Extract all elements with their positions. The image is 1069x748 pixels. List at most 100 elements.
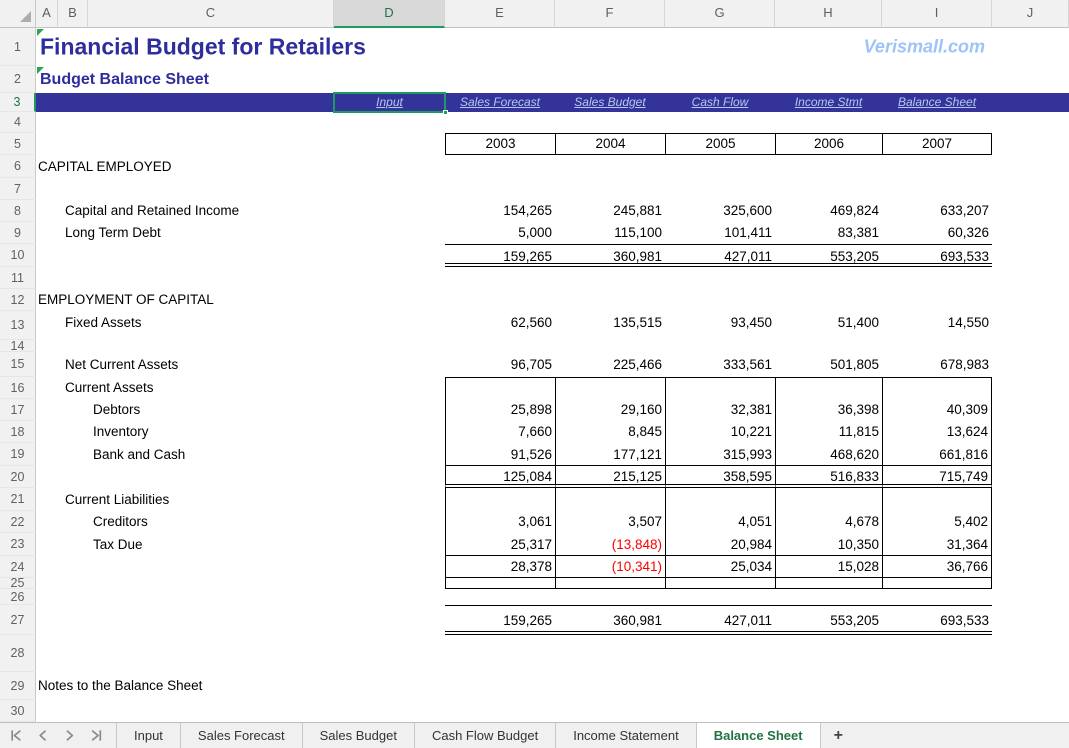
row-2-body[interactable]: Budget Balance Sheet [36, 66, 1069, 93]
row-10-body[interactable]: 159,265360,981427,011553,205693,533 [36, 244, 1069, 267]
cell-H15[interactable]: 501,805 [775, 352, 882, 377]
cell-G9[interactable]: 101,411 [665, 222, 775, 244]
previous-sheet-button[interactable] [37, 730, 48, 741]
row-header-20[interactable]: 20 [0, 466, 36, 488]
cell-I13[interactable]: 14,550 [882, 311, 992, 340]
cell-I8[interactable]: 633,207 [882, 200, 992, 222]
banner-link-cash-flow[interactable]: Cash Flow [665, 93, 775, 112]
row-20-body[interactable]: 125,084215,125358,595516,833715,749 [36, 466, 1069, 488]
column-header-b[interactable]: B [58, 0, 88, 28]
cell-H10[interactable]: 553,205 [775, 244, 882, 267]
row-22-body[interactable]: Creditors3,0613,5074,0514,6785,402 [36, 511, 1069, 533]
cell-H17[interactable]: 36,398 [775, 399, 882, 421]
cell-B21[interactable]: Current Liabilities [65, 488, 169, 511]
row-header-10[interactable]: 10 [0, 244, 36, 267]
cell-E24[interactable]: 28,378 [445, 556, 555, 578]
row-header-17[interactable]: 17 [0, 399, 36, 421]
cell-I18[interactable]: 13,624 [882, 421, 992, 443]
cell-E13[interactable]: 62,560 [445, 311, 555, 340]
cell-H18[interactable]: 11,815 [775, 421, 882, 443]
row-header-29[interactable]: 29 [0, 672, 36, 700]
cell-E9[interactable]: 5,000 [445, 222, 555, 244]
cell-I23[interactable]: 31,364 [882, 533, 992, 556]
banner-link-income-stmt[interactable]: Income Stmt [775, 93, 882, 112]
cell-H24[interactable]: 15,028 [775, 556, 882, 578]
cell-B9[interactable]: Long Term Debt [65, 222, 161, 244]
cell-G23[interactable]: 20,984 [665, 533, 775, 556]
cell-E18[interactable]: 7,660 [445, 421, 555, 443]
row-header-2[interactable]: 2 [0, 66, 36, 93]
cell-G10[interactable]: 427,011 [665, 244, 775, 267]
row-header-25[interactable]: 25 [0, 578, 36, 589]
first-sheet-button[interactable] [10, 730, 21, 741]
row-header-8[interactable]: 8 [0, 200, 36, 222]
cell-E5[interactable]: 2003 [445, 133, 555, 155]
row-header-13[interactable]: 13 [0, 311, 36, 340]
row-4-body[interactable] [36, 112, 1069, 133]
row-header-9[interactable]: 9 [0, 222, 36, 244]
cell-C18[interactable]: Inventory [93, 421, 149, 443]
cell-E27[interactable]: 159,265 [445, 605, 555, 635]
cell-F17[interactable]: 29,160 [555, 399, 665, 421]
column-header-c[interactable]: C [88, 0, 334, 28]
row-18-body[interactable]: Inventory7,6608,84510,22111,81513,624 [36, 421, 1069, 443]
cell-F8[interactable]: 245,881 [555, 200, 665, 222]
cell-H8[interactable]: 469,824 [775, 200, 882, 222]
cell-I22[interactable]: 5,402 [882, 511, 992, 533]
cell-E19[interactable]: 91,526 [445, 443, 555, 466]
cell-C19[interactable]: Bank and Cash [93, 443, 185, 466]
cell-H5[interactable]: 2006 [775, 133, 882, 155]
cell-F25[interactable] [555, 578, 665, 589]
cell-H25[interactable] [775, 578, 882, 589]
sheet-tab-sales-forecast[interactable]: Sales Forecast [181, 723, 303, 748]
column-header-f[interactable]: F [555, 0, 665, 28]
cell-H21[interactable] [775, 488, 882, 511]
cell-F21[interactable] [555, 488, 665, 511]
sheet-tab-input[interactable]: Input [116, 723, 181, 748]
cell-F22[interactable]: 3,507 [555, 511, 665, 533]
cell-E23[interactable]: 25,317 [445, 533, 555, 556]
row-29-body[interactable]: Notes to the Balance Sheet [36, 672, 1069, 700]
cell-G24[interactable]: 25,034 [665, 556, 775, 578]
sheet-tab-sales-budget[interactable]: Sales Budget [303, 723, 415, 748]
cell-B8[interactable]: Capital and Retained Income [65, 200, 239, 222]
cell-G13[interactable]: 93,450 [665, 311, 775, 340]
cell-F5[interactable]: 2004 [555, 133, 665, 155]
cell-G25[interactable] [665, 578, 775, 589]
cell-G18[interactable]: 10,221 [665, 421, 775, 443]
cell-G27[interactable]: 427,011 [665, 605, 775, 635]
cell-G19[interactable]: 315,993 [665, 443, 775, 466]
cell-I5[interactable]: 2007 [882, 133, 992, 155]
cell-E21[interactable] [445, 488, 555, 511]
row-5-body[interactable]: 20032004200520062007 [36, 133, 1069, 155]
cell-I17[interactable]: 40,309 [882, 399, 992, 421]
cell-G15[interactable]: 333,561 [665, 352, 775, 377]
row-header-18[interactable]: 18 [0, 421, 36, 443]
brand-link[interactable]: Verismall.com [864, 37, 985, 58]
cell-G5[interactable]: 2005 [665, 133, 775, 155]
row-header-3[interactable]: 3 [0, 93, 36, 112]
row-28-body[interactable] [36, 635, 1069, 672]
cell-H22[interactable]: 4,678 [775, 511, 882, 533]
cell-C17[interactable]: Debtors [93, 399, 140, 421]
banner-link-input[interactable]: Input [334, 93, 445, 112]
cell-I27[interactable]: 693,533 [882, 605, 992, 635]
cell-H19[interactable]: 468,620 [775, 443, 882, 466]
column-header-a[interactable]: A [36, 0, 58, 28]
cell-F24[interactable]: (10,341) [555, 556, 665, 578]
row-16-body[interactable]: Current Assets [36, 377, 1069, 399]
cell-E16[interactable] [445, 377, 555, 399]
row-1-body[interactable]: Financial Budget for Retailers Verismall… [36, 28, 1069, 66]
banner-link-balance-sheet[interactable]: Balance Sheet [882, 93, 992, 112]
row-header-1[interactable]: 1 [0, 28, 36, 66]
cell-I25[interactable] [882, 578, 992, 589]
cell-I20[interactable]: 715,749 [882, 466, 992, 488]
cell-H9[interactable]: 83,381 [775, 222, 882, 244]
cell-F23[interactable]: (13,848) [555, 533, 665, 556]
row-header-12[interactable]: 12 [0, 289, 36, 311]
row-13-body[interactable]: Fixed Assets62,560135,51593,45051,40014,… [36, 311, 1069, 340]
row-7-body[interactable] [36, 178, 1069, 200]
column-header-g[interactable]: G [665, 0, 775, 28]
row-header-21[interactable]: 21 [0, 488, 36, 511]
cell-I10[interactable]: 693,533 [882, 244, 992, 267]
